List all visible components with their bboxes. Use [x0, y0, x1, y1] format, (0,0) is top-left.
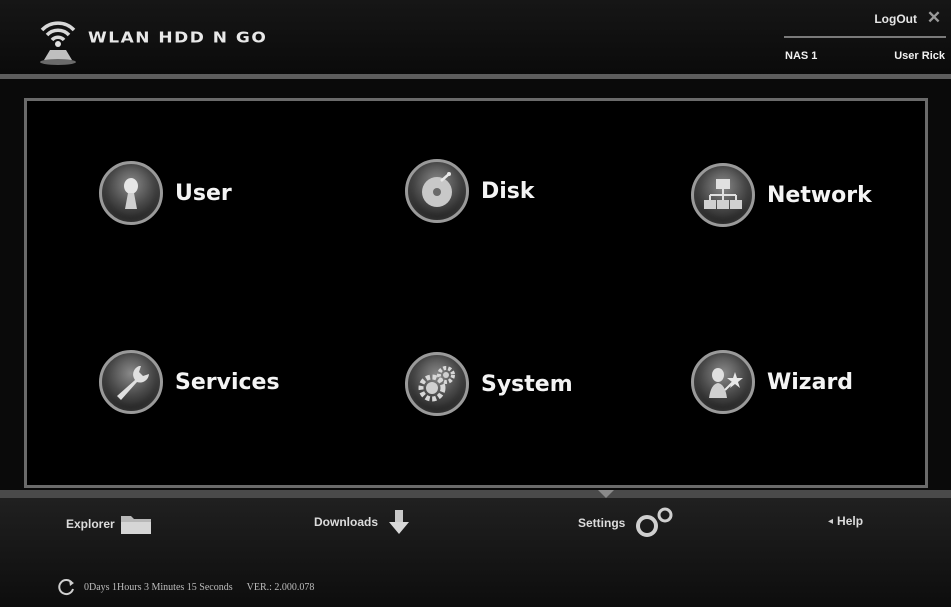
gears-icon — [405, 352, 469, 416]
chevron-left-icon: ◂ — [828, 515, 834, 527]
header-divider — [784, 36, 946, 38]
menu-label-wizard: Wizard — [767, 369, 854, 395]
wifi-broadcast-icon — [28, 10, 88, 70]
menu-label-user: User — [175, 180, 232, 206]
disk-icon — [405, 159, 469, 223]
menu-item-services[interactable]: Services — [99, 347, 280, 417]
user-icon — [99, 161, 163, 225]
app-window: WLAN HDD N GO LogOut ✕ NAS 1 User Rick U… — [0, 0, 951, 607]
version-text: VER.: 2.000.078 — [246, 581, 315, 593]
menu-label-disk: Disk — [481, 178, 535, 204]
menu-item-wizard[interactable]: Wizard — [691, 347, 853, 417]
explorer-label: Explorer — [66, 517, 115, 531]
menu-label-network: Network — [767, 182, 872, 208]
downloads-label: Downloads — [314, 515, 379, 529]
download-arrow-icon — [389, 510, 410, 534]
wizard-icon — [691, 350, 755, 414]
close-icon[interactable]: ✕ — [925, 9, 943, 27]
menu-label-services: Services — [175, 369, 280, 395]
settings-gears-icon — [636, 507, 673, 537]
nas-label: NAS 1 — [785, 50, 818, 62]
folder-icon — [120, 516, 151, 534]
settings-button[interactable]: Settings — [578, 506, 677, 540]
refresh-icon[interactable] — [58, 578, 76, 596]
main-menu-panel: User Disk Network Services System Wizard — [24, 98, 928, 488]
logout-button[interactable]: LogOut — [874, 12, 917, 26]
explorer-button[interactable]: Explorer — [66, 512, 153, 536]
settings-label: Settings — [578, 516, 626, 530]
current-user-label: User Rick — [894, 50, 945, 62]
menu-label-system: System — [481, 371, 573, 397]
help-button[interactable]: ◂ Help — [828, 514, 863, 528]
menu-item-disk[interactable]: Disk — [405, 156, 535, 226]
wrench-icon — [99, 350, 163, 414]
header-bar: WLAN HDD N GO LogOut ✕ NAS 1 User Rick — [0, 0, 951, 79]
menu-item-user[interactable]: User — [99, 158, 232, 228]
footer-divider — [0, 490, 951, 498]
network-icon — [691, 163, 755, 227]
active-tab-indicator — [598, 490, 614, 498]
menu-item-network[interactable]: Network — [691, 160, 872, 230]
app-title: WLAN HDD N GO — [88, 29, 268, 47]
status-bar: 0Days 1Hours 3 Minutes 15 Seconds VER.: … — [58, 578, 314, 596]
header-bottom-rule — [0, 74, 951, 79]
help-label: Help — [837, 514, 864, 528]
uptime-text: 0Days 1Hours 3 Minutes 15 Seconds — [84, 581, 233, 593]
downloads-button[interactable]: Downloads — [314, 508, 412, 536]
menu-item-system[interactable]: System — [405, 349, 573, 419]
